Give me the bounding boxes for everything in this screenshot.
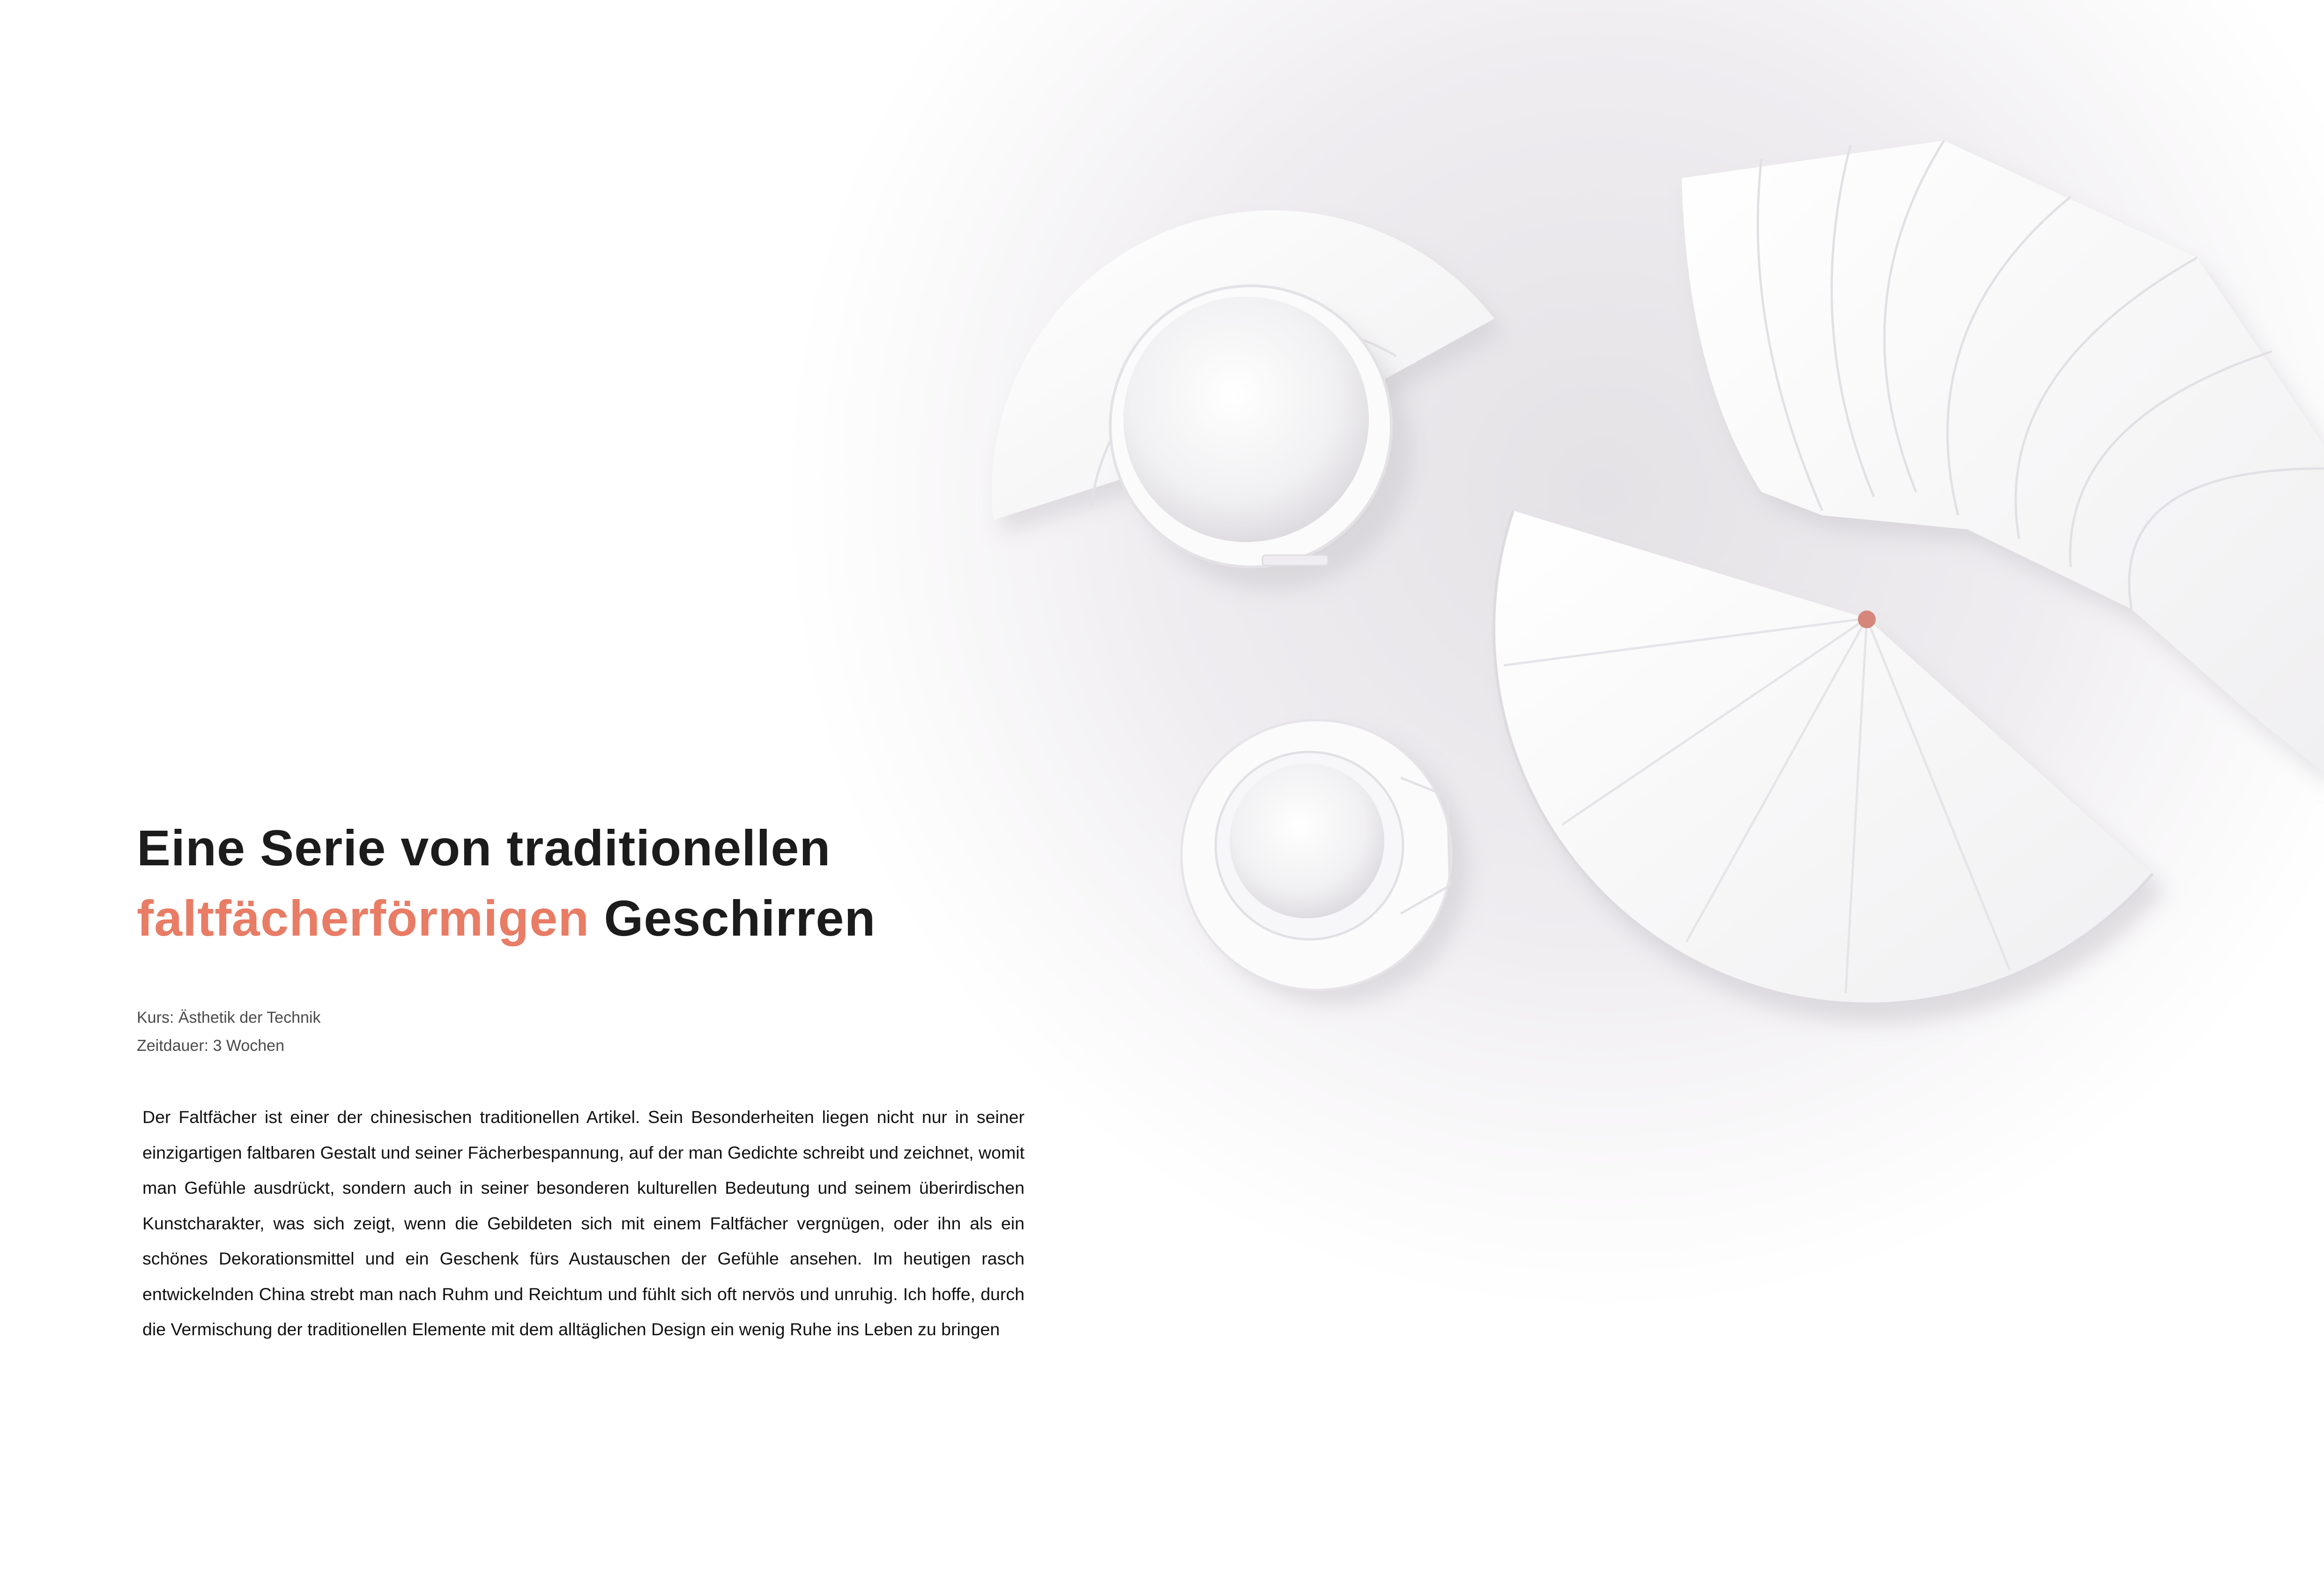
duration-label: Zeitdauer: 3 Wochen [137,1037,284,1055]
cup-on-round-saucer [1180,719,1469,1005]
page-title: Eine Serie von traditionellen faltfächer… [137,813,876,953]
title-accent: faltfächerförmigen [137,890,590,946]
course-label: Kurs: Ästhetik der Technik [137,1009,321,1027]
title-line-1: Eine Serie von traditionellen [137,819,831,876]
large-fan-plate [1492,510,2167,1024]
fan-pin [1858,610,1876,628]
title-line-2-rest: Geschirren [604,890,876,946]
description-paragraph: Der Faltfächer ist einer der chinesische… [142,1107,1025,1339]
project-meta: Kurs: Ästhetik der Technik Zeitdauer: 3 … [137,1004,320,1060]
bowl-on-fan-saucer [991,210,1504,590]
